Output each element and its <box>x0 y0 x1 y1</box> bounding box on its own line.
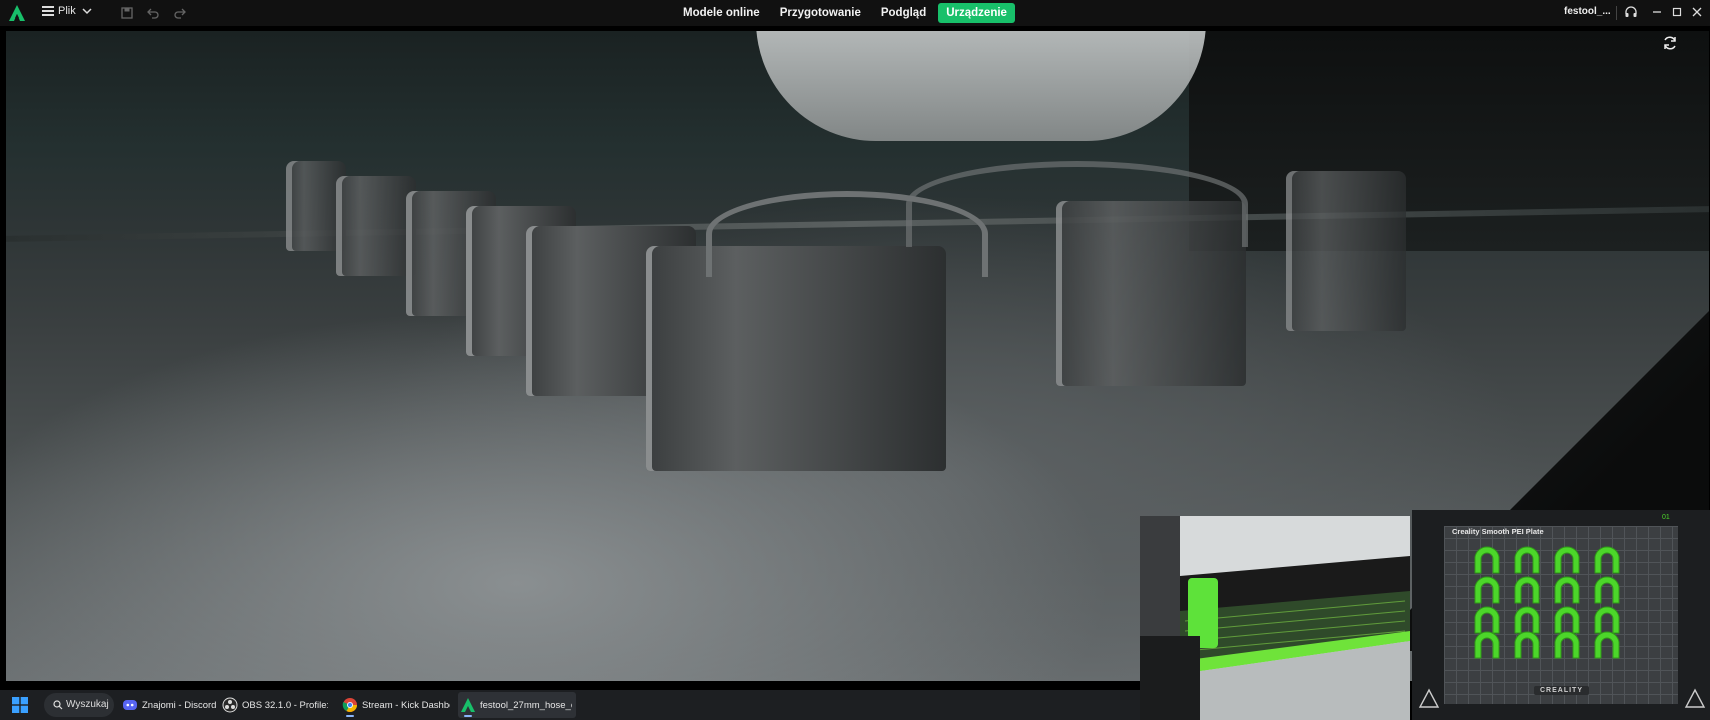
search-icon <box>53 700 63 710</box>
printed-part <box>646 246 946 471</box>
plate-index: 01 <box>1662 514 1670 521</box>
slicer-preview: Creality Smooth PEI Plate 01 CREALITY <box>1412 510 1710 720</box>
search-label: Wyszukaj <box>66 699 109 710</box>
taskbar-item-discord[interactable]: Znajomi - Discord <box>120 692 216 718</box>
creality-print-icon <box>461 698 475 712</box>
part-grid <box>1474 546 1620 659</box>
warning-icon <box>1418 688 1440 708</box>
obs-icon <box>222 697 238 713</box>
windows-start-icon[interactable] <box>12 697 28 713</box>
taskbar-item-label: Stream - Kick Dashboar <box>362 700 450 711</box>
plate-label: Creality Smooth PEI Plate <box>1452 527 1544 536</box>
tab-modele-online[interactable]: Modele online <box>675 3 768 23</box>
redo-icon[interactable] <box>173 6 187 20</box>
save-icon[interactable] <box>120 6 134 20</box>
refresh-icon[interactable] <box>1662 35 1678 51</box>
chrome-icon <box>342 698 357 712</box>
chevron-down-icon[interactable] <box>82 6 92 16</box>
divider <box>1616 6 1617 20</box>
headset-icon[interactable] <box>1624 5 1638 19</box>
undo-icon[interactable] <box>146 6 160 20</box>
file-menu-label: Plik <box>58 5 76 17</box>
tab-podglad[interactable]: Podgląd <box>873 3 934 23</box>
title-bar: Plik Modele online Przygotowanie Podgląd… <box>0 0 1710 26</box>
tab-urzadzenie[interactable]: Urządzenie <box>938 3 1015 23</box>
taskbar-item-chrome[interactable]: Stream - Kick Dashboar <box>340 692 452 718</box>
project-name: festool_... <box>1564 6 1611 17</box>
taskbar-search[interactable]: Wyszukaj <box>44 693 114 717</box>
taskbar-item-label: festool_27mm_hose_cal <box>480 700 572 711</box>
brand-label: CREALITY <box>1534 686 1589 695</box>
webcam-overlay <box>1140 516 1410 720</box>
warning-icon <box>1684 688 1706 708</box>
taskbar-item-label: OBS 32.1.0 - Profile: Bez <box>242 700 328 711</box>
app-logo-icon[interactable] <box>8 4 26 22</box>
print-head <box>756 31 1206 141</box>
running-indicator <box>346 715 354 717</box>
taskbar-item-creality-print[interactable]: festool_27mm_hose_cal <box>458 692 576 718</box>
printed-part-arc <box>906 161 1248 247</box>
tab-przygotowanie[interactable]: Przygotowanie <box>772 3 869 23</box>
maximize-icon[interactable] <box>1670 5 1684 19</box>
minimize-icon[interactable] <box>1650 5 1664 19</box>
discord-icon <box>123 700 137 710</box>
taskbar-item-label: Znajomi - Discord <box>142 700 217 711</box>
printed-part <box>1286 171 1406 331</box>
taskbar: Wyszukaj Znajomi - Discord OBS 32.1.0 - … <box>0 690 1140 720</box>
printed-part <box>336 176 416 276</box>
running-indicator <box>464 715 472 717</box>
webcam-image <box>1140 516 1410 720</box>
taskbar-item-obs[interactable]: OBS 32.1.0 - Profile: Bez <box>220 692 330 718</box>
hamburger-icon <box>42 6 54 16</box>
close-icon[interactable] <box>1690 5 1704 19</box>
file-menu-button[interactable]: Plik <box>42 5 76 17</box>
